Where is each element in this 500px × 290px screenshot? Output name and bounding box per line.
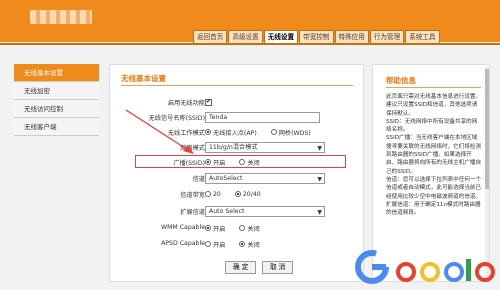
help-text: 此页面只需对无线基本信息进行设置。建议只设置SSID和信道，其他选项请保持默认。…: [386, 94, 482, 217]
baidu-watermark-logo: [355, 250, 495, 284]
router-admin-page: 返回首页 高级设置 无线设置 带宽控制 特殊应用 行为管理 系统工具 无线基本设…: [0, 0, 500, 290]
help-divider: [386, 87, 481, 88]
help-title: 帮助信息: [386, 76, 416, 85]
help-scrollbar-thumb[interactable]: [485, 69, 489, 189]
